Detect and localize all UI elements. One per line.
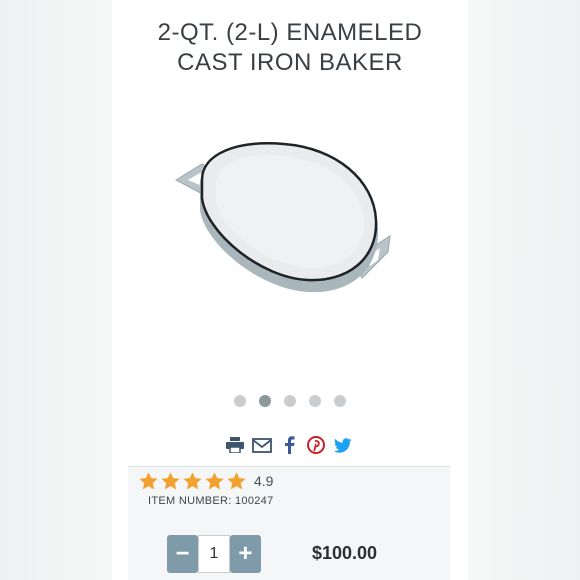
carousel-dot-5[interactable]	[334, 395, 346, 407]
carousel-dot-4[interactable]	[309, 395, 321, 407]
product-title: 2-QT. (2-L) ENAMELED CAST IRON BAKER	[112, 18, 468, 78]
star-icon	[227, 471, 246, 489]
decrement-button[interactable]: −	[167, 535, 199, 573]
carousel-dot-1[interactable]	[234, 395, 246, 407]
star-icon	[205, 471, 224, 489]
product-image[interactable]	[140, 102, 432, 364]
pinterest-icon[interactable]	[306, 435, 326, 455]
product-price: $100.00	[312, 543, 378, 563]
item-number: ITEM NUMBER: 100247	[148, 495, 274, 507]
facebook-icon[interactable]	[279, 435, 299, 455]
baker-dish-image	[174, 142, 391, 293]
rating-value: 4.9	[254, 473, 274, 489]
product-card: 2-QT. (2-L) ENAMELED CAST IRON BAKER 4.9…	[112, 0, 468, 580]
title-line-1: 2-QT. (2-L) ENAMELED	[157, 19, 423, 46]
increment-button[interactable]: +	[229, 535, 261, 573]
twitter-icon[interactable]	[333, 435, 353, 455]
star-icon	[139, 471, 158, 489]
carousel-dots	[112, 395, 468, 407]
star-icon	[161, 471, 180, 489]
left-background	[0, 0, 112, 580]
quantity-stepper: − 1 +	[167, 535, 261, 573]
title-line-2: CAST IRON BAKER	[177, 49, 403, 76]
quantity-input[interactable]: 1	[198, 535, 230, 573]
print-icon[interactable]	[225, 435, 245, 455]
share-toolbar	[128, 424, 450, 467]
product-rating: 4.9	[138, 470, 273, 492]
right-background	[468, 0, 580, 580]
carousel-dot-3[interactable]	[284, 395, 296, 407]
carousel-dot-2[interactable]	[259, 395, 271, 407]
star-icon	[183, 471, 202, 489]
email-icon[interactable]	[252, 435, 272, 455]
